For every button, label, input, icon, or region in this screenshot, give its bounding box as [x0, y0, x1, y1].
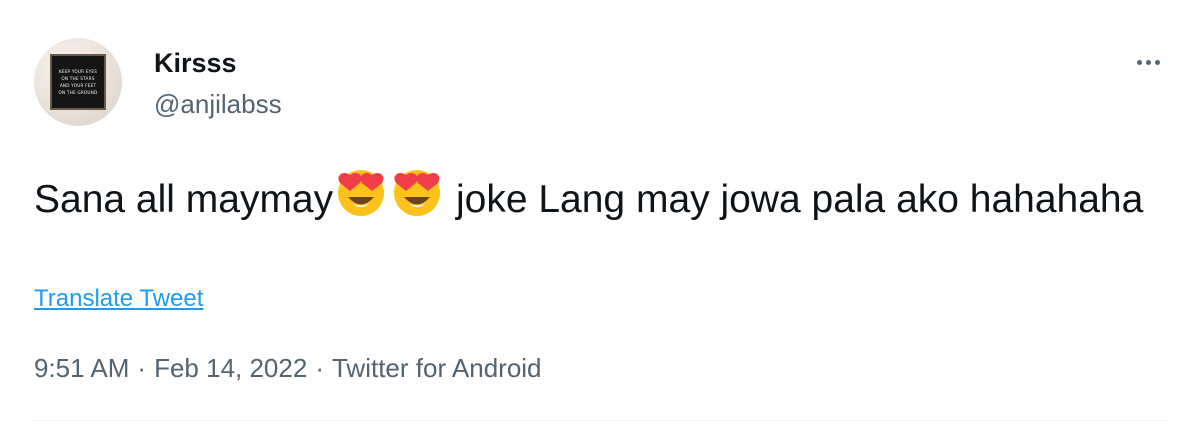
smiling-face-with-heart-eyes-icon	[389, 166, 445, 232]
tweet-time[interactable]: 9:51 AM	[34, 353, 129, 383]
letterboard-line: ON THE GROUND	[58, 90, 98, 96]
tweet-source[interactable]: Twitter for Android	[332, 353, 542, 383]
author-display-name[interactable]: Kirsss	[154, 48, 237, 78]
tweet-text: Sana all maymay joke Lang may jowa pala …	[34, 166, 1164, 232]
tweet-card: KEEP YOUR EYES ON THE STARS AND YOUR FEE…	[0, 0, 1200, 424]
meta-separator: ·	[137, 353, 147, 383]
letterboard-line: AND YOUR FEET	[59, 83, 97, 88]
tweet-metadata: 9:51 AM · Feb 14, 2022 · Twitter for Android	[34, 351, 542, 385]
smiling-face-with-heart-eyes-icon	[333, 166, 389, 232]
meta-separator: ·	[315, 353, 324, 383]
avatar[interactable]: KEEP YOUR EYES ON THE STARS AND YOUR FEE…	[34, 38, 122, 126]
tweet-text-part: Sana all maymay	[34, 178, 334, 221]
avatar-letterboard-image: KEEP YOUR EYES ON THE STARS AND YOUR FEE…	[50, 54, 106, 110]
tweet-date[interactable]: Feb 14, 2022	[154, 353, 307, 383]
letterboard-line: ON THE STARS	[61, 75, 95, 81]
more-options-button[interactable]	[1130, 50, 1166, 74]
translate-tweet-link[interactable]: Translate Tweet	[34, 284, 203, 314]
letterboard-line: KEEP YOUR EYES	[58, 68, 98, 74]
tweet-text-part: joke Lang may jowa pala ako hahahaha	[445, 178, 1144, 221]
divider	[34, 420, 1166, 421]
more-dots-icon	[1136, 59, 1160, 65]
author-handle[interactable]: @anjilabss	[154, 89, 282, 119]
